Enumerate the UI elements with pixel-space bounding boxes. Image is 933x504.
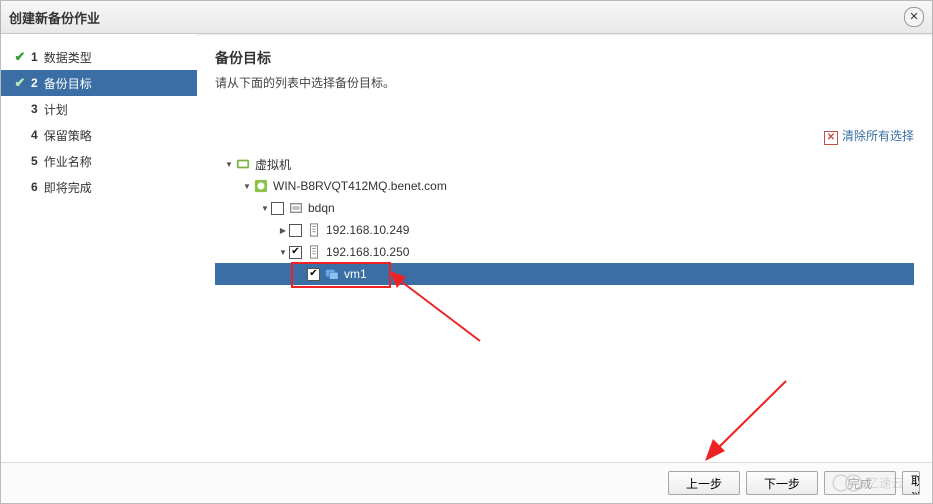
- step-label: 备份目标: [44, 75, 92, 92]
- host-icon: [306, 244, 322, 260]
- step-data-type[interactable]: ✔ 1 数据类型: [1, 44, 197, 70]
- step-schedule[interactable]: ✔ 3 计划: [1, 96, 197, 122]
- cancel-button[interactable]: 取消: [902, 471, 920, 495]
- vm-icon: [324, 266, 340, 282]
- step-number: 6: [31, 180, 38, 194]
- step-label: 即将完成: [44, 179, 92, 196]
- wizard-steps: ✔ 1 数据类型 ✔ 2 备份目标 ✔ 3 计划 ✔ 4 保留策略 ✔ 5: [1, 34, 197, 462]
- host-icon: [306, 222, 322, 238]
- checkbox[interactable]: [289, 224, 302, 237]
- datacenter-icon: [288, 200, 304, 216]
- tree-row-host1[interactable]: 192.168.10.249: [215, 219, 914, 241]
- step-number: 1: [31, 50, 38, 64]
- step-number: 4: [31, 128, 38, 142]
- check-icon: ✔: [13, 49, 27, 65]
- step-label: 计划: [44, 101, 68, 118]
- step-number: 5: [31, 154, 38, 168]
- tree-label: 虚拟机: [255, 156, 291, 173]
- panel-description: 请从下面的列表中选择备份目标。: [215, 74, 914, 91]
- step-number: 3: [31, 102, 38, 116]
- wizard-footer: 上一步 下一步 完成 取消: [1, 462, 932, 503]
- step-label: 数据类型: [44, 49, 92, 66]
- checkbox[interactable]: [307, 268, 320, 281]
- tree-label: 192.168.10.249: [326, 223, 409, 237]
- tree-label: 192.168.10.250: [326, 245, 409, 259]
- tree-row-host[interactable]: WIN-B8RVQT412MQ.benet.com: [215, 175, 914, 197]
- next-button[interactable]: 下一步: [746, 471, 818, 495]
- step-retention[interactable]: ✔ 4 保留策略: [1, 122, 197, 148]
- vm-group-icon: [235, 156, 251, 172]
- finish-button: 完成: [824, 471, 896, 495]
- vcenter-icon: [253, 178, 269, 194]
- main-panel: 备份目标 请从下面的列表中选择备份目标。 ✕ 清除所有选择 虚拟机: [197, 34, 932, 462]
- step-job-name[interactable]: ✔ 5 作业名称: [1, 148, 197, 174]
- check-icon: ✔: [13, 75, 27, 91]
- close-button[interactable]: ✕: [904, 7, 924, 27]
- clear-all-label: 清除所有选择: [842, 129, 914, 143]
- tree-row-host2[interactable]: 192.168.10.250: [215, 241, 914, 263]
- expand-toggle[interactable]: [223, 159, 235, 169]
- tree-label: vm1: [344, 267, 367, 281]
- checkbox[interactable]: [271, 202, 284, 215]
- tree-row-vm1[interactable]: vm1: [215, 263, 914, 285]
- expand-toggle[interactable]: [277, 247, 289, 257]
- step-label: 保留策略: [44, 127, 92, 144]
- step-backup-target[interactable]: ✔ 2 备份目标: [1, 70, 197, 96]
- clear-all-link[interactable]: ✕ 清除所有选择: [824, 129, 914, 143]
- tree-row-datacenter[interactable]: bdqn: [215, 197, 914, 219]
- panel-heading: 备份目标: [215, 48, 914, 68]
- tree-label: WIN-B8RVQT412MQ.benet.com: [273, 179, 447, 193]
- tree-label: bdqn: [308, 201, 335, 215]
- prev-button[interactable]: 上一步: [668, 471, 740, 495]
- expand-toggle[interactable]: [241, 181, 253, 191]
- expand-toggle[interactable]: [277, 225, 289, 235]
- window-title: 创建新备份作业: [9, 8, 904, 27]
- tree: 虚拟机 WIN-B8RVQT412MQ.benet.com: [215, 153, 914, 285]
- step-label: 作业名称: [44, 153, 92, 170]
- clear-icon: ✕: [824, 131, 838, 145]
- expand-toggle[interactable]: [259, 203, 271, 213]
- tree-row-root[interactable]: 虚拟机: [215, 153, 914, 175]
- checkbox[interactable]: [289, 246, 302, 259]
- step-number: 2: [31, 76, 38, 90]
- titlebar: 创建新备份作业 ✕: [1, 1, 932, 34]
- step-finish[interactable]: ✔ 6 即将完成: [1, 174, 197, 200]
